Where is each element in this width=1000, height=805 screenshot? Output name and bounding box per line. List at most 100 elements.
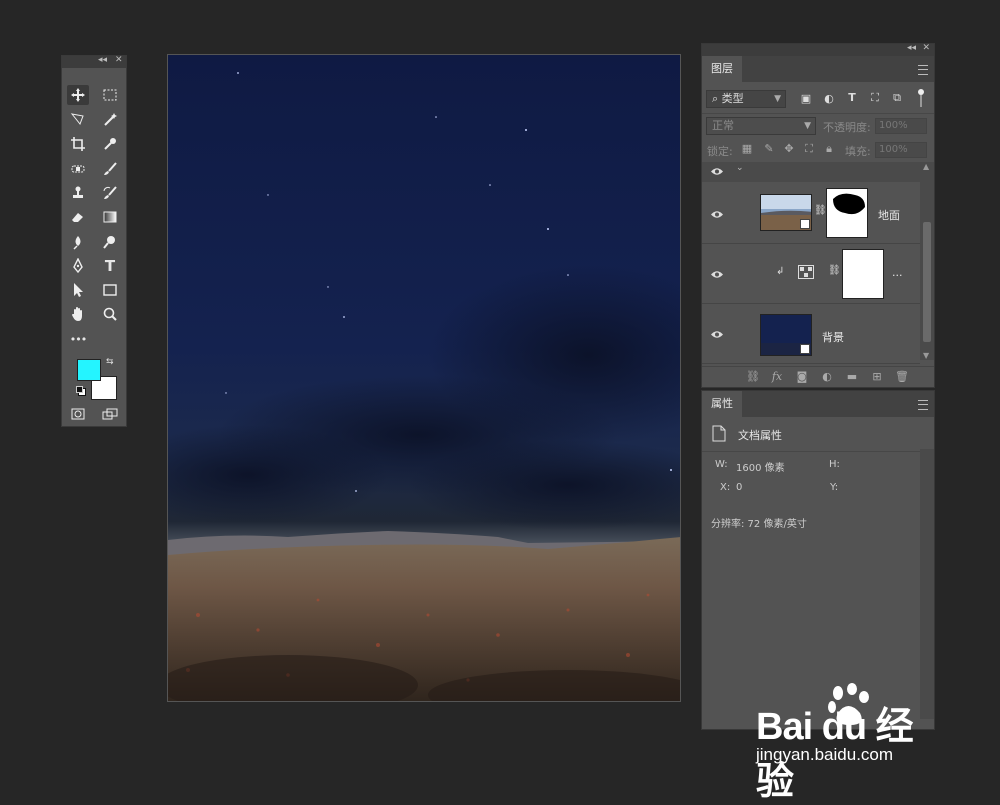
visibility-eye-icon[interactable] [710, 270, 724, 279]
fill-input[interactable]: 100% [875, 142, 927, 158]
history-brush-tool-icon[interactable] [99, 183, 121, 203]
more-tools-icon[interactable]: ••• [67, 329, 89, 349]
path-selection-tool-icon[interactable] [67, 280, 89, 300]
scroll-down-icon[interactable]: ▼ [923, 351, 929, 360]
document-icon [712, 425, 726, 442]
document-canvas[interactable] [167, 54, 681, 702]
type-filter-icon[interactable]: T [845, 91, 859, 104]
default-colors-icon[interactable] [76, 386, 86, 396]
lock-image-pixels-icon[interactable]: ✎ [762, 142, 776, 155]
fill-label: 填充: [845, 145, 871, 158]
lock-artboard-icon[interactable]: ⛶ [802, 142, 816, 156]
layer-name[interactable]: 地面 [878, 207, 900, 223]
scrollbar-thumb[interactable] [923, 222, 931, 342]
lock-all-icon[interactable]: 🔒︎ [822, 142, 836, 156]
crop-tool-icon[interactable] [67, 134, 89, 154]
marquee-tool-icon[interactable] [99, 85, 121, 105]
lock-transparent-pixels-icon[interactable]: ▦ [740, 142, 754, 155]
image-filter-icon[interactable]: ▣ [799, 92, 813, 105]
layers-panel-header[interactable]: ◂◂ ✕ [702, 43, 934, 56]
blend-mode-dropdown[interactable]: 正常 ▼ [706, 117, 816, 135]
layer-thumbnail[interactable] [760, 314, 812, 356]
foreground-color-swatch[interactable] [77, 359, 101, 381]
close-icon[interactable]: ✕ [922, 43, 930, 53]
tab-layers[interactable]: 图层 [702, 56, 742, 82]
clipping-arrow-icon: ↲ [776, 266, 785, 277]
rectangle-tool-icon[interactable] [99, 280, 121, 300]
new-layer-icon[interactable]: ⊞ [869, 370, 885, 383]
healing-brush-tool-icon[interactable] [67, 159, 89, 179]
dodge-tool-icon[interactable] [99, 232, 121, 252]
layer-row[interactable]: 背景 [702, 304, 920, 364]
search-icon: ⌕ [712, 92, 719, 105]
adjustment-layer-icon[interactable] [798, 265, 814, 279]
lock-label: 锁定: [707, 145, 733, 158]
layer-row[interactable]: ↲ ⛓ ... [702, 244, 920, 304]
layers-panel: ◂◂ ✕ 图层 ⌕ 类型 ▼ ▣ ◐ T ⛶ ⧉ 正常 ▼ 不透明度: 100%… [701, 43, 935, 388]
close-icon[interactable]: ✕ [115, 55, 123, 65]
type-tool-icon[interactable]: T [99, 256, 121, 276]
y-label: Y: [830, 482, 839, 493]
width-label: W: [715, 459, 728, 470]
link-icon[interactable]: ⛓ [814, 205, 827, 216]
visibility-eye-icon[interactable] [710, 210, 724, 219]
link-icon[interactable]: ⛓ [828, 265, 841, 276]
shape-filter-icon[interactable]: ⛶ [868, 91, 882, 105]
link-layers-icon[interactable]: ⛓ [745, 370, 761, 383]
add-mask-icon[interactable]: ◙ [794, 370, 810, 383]
lock-position-icon[interactable]: ✥ [782, 142, 796, 155]
move-tool-icon[interactable] [67, 85, 89, 105]
scroll-up-icon[interactable]: ▲ [923, 162, 929, 171]
visibility-eye-icon[interactable] [710, 167, 724, 176]
collapse-icon[interactable]: ◂◂ [98, 55, 107, 65]
new-adjustment-layer-icon[interactable]: ◐ [819, 370, 835, 383]
properties-scrollbar[interactable] [920, 449, 934, 719]
smart-object-badge-icon [800, 219, 810, 229]
layer-thumbnail[interactable] [760, 194, 812, 231]
properties-panel: 属性 文档属性 W: 1600 像素 H: X: 0 Y: 分辨率: 72 像素… [701, 390, 935, 730]
layer-group-row[interactable]: ⌄ [702, 162, 920, 182]
layers-scrollbar[interactable]: ▲ ▼ [920, 162, 934, 360]
eraser-tool-icon[interactable] [67, 207, 89, 227]
tab-properties[interactable]: 属性 [702, 391, 742, 417]
smart-object-filter-icon[interactable]: ⧉ [890, 91, 904, 105]
layer-name[interactable]: 背景 [822, 329, 844, 345]
layer-style-fx-icon[interactable]: fx [769, 370, 785, 383]
layer-mask-thumbnail[interactable] [842, 249, 884, 299]
layer-name[interactable]: ... [892, 266, 903, 279]
magic-wand-tool-icon[interactable] [99, 109, 121, 129]
layer-mask-thumbnail[interactable] [826, 188, 868, 238]
panel-menu-icon[interactable] [918, 65, 928, 75]
gradient-tool-icon[interactable] [99, 207, 121, 227]
panel-menu-icon[interactable] [918, 400, 928, 410]
layers-panel-footer: ⛓ fx ◙ ◐ ▬ ⊞ 🗑︎ [702, 366, 934, 387]
swap-colors-icon[interactable]: ⇆ [106, 357, 114, 367]
screen-mode-icon[interactable] [99, 404, 121, 424]
opacity-input[interactable]: 100% [875, 118, 927, 134]
chevron-down-icon[interactable]: ⌄ [736, 163, 744, 173]
chevron-down-icon: ▼ [804, 121, 811, 131]
clone-stamp-tool-icon[interactable] [67, 183, 89, 203]
blur-tool-icon[interactable] [67, 232, 89, 252]
quick-mask-icon[interactable] [67, 404, 89, 424]
lasso-tool-icon[interactable] [67, 109, 89, 129]
eyedropper-tool-icon[interactable] [99, 134, 121, 154]
section-title: 文档属性 [738, 429, 782, 442]
delete-layer-trash-icon[interactable]: 🗑︎ [894, 370, 910, 383]
smart-object-badge-icon [800, 344, 810, 354]
new-group-folder-icon[interactable]: ▬ [844, 370, 860, 383]
hand-tool-icon[interactable] [67, 304, 89, 324]
x-value[interactable]: 0 [736, 482, 742, 493]
layer-row[interactable]: ⛓ 地面 [702, 184, 920, 244]
tools-panel: ◂◂ ✕ T ••• ⇆ [61, 55, 127, 427]
tools-panel-header[interactable]: ◂◂ ✕ [62, 55, 126, 68]
collapse-icon[interactable]: ◂◂ [907, 43, 916, 53]
visibility-eye-icon[interactable] [710, 330, 724, 339]
watermark-url: jingyan.baidu.com [756, 745, 894, 764]
adjustment-filter-icon[interactable]: ◐ [822, 92, 836, 105]
pen-tool-icon[interactable] [67, 256, 89, 276]
zoom-tool-icon[interactable] [99, 304, 121, 324]
layer-filter-dropdown[interactable]: ⌕ 类型 ▼ [706, 90, 786, 108]
brush-tool-icon[interactable] [99, 159, 121, 179]
width-value[interactable]: 1600 像素 [736, 459, 785, 474]
